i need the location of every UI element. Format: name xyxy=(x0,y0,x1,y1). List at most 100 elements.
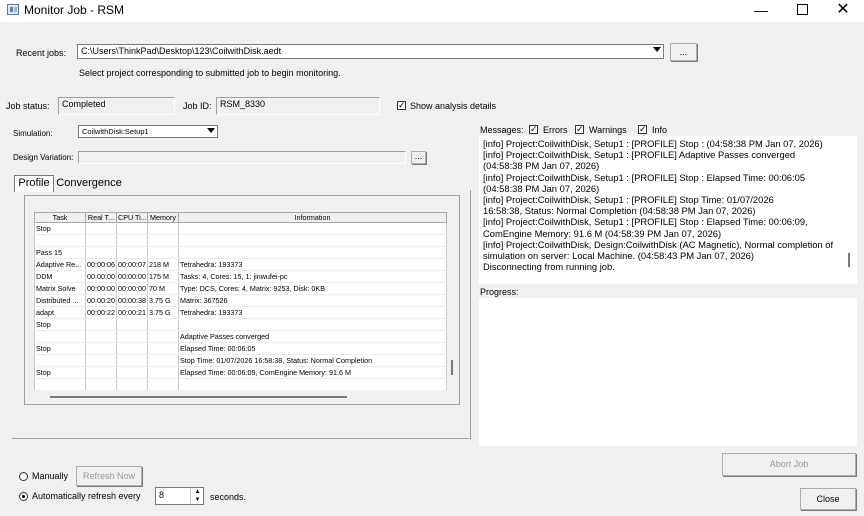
message-line: [info] Project:CoilwithDisk, Setup1 : [P… xyxy=(483,138,823,149)
errors-checkbox[interactable]: ✓ xyxy=(529,125,538,134)
simulation-label: Simulation: xyxy=(13,129,53,138)
table-cell xyxy=(147,234,179,247)
table-cell: Distributed ... xyxy=(34,294,86,307)
tab-profile[interactable]: Profile xyxy=(14,175,54,192)
table-cell xyxy=(147,366,179,379)
auto-refresh-radio[interactable] xyxy=(19,492,28,501)
table-cell xyxy=(178,318,447,331)
simulation-dropdown[interactable]: CoilwithDisk:Setup1 xyxy=(78,125,218,138)
table-cell xyxy=(34,330,86,343)
show-details-checkbox[interactable]: ✓ xyxy=(397,101,406,110)
simulation-value: CoilwithDisk:Setup1 xyxy=(82,127,149,136)
job-id-field: RSM_8330 xyxy=(216,97,380,115)
table-cell xyxy=(85,342,117,355)
table-cell xyxy=(147,378,179,391)
title-bar xyxy=(0,0,864,22)
progress-label: Progress: xyxy=(480,287,519,297)
column-header-information[interactable]: Information xyxy=(178,212,447,223)
browse-job-button[interactable]: ... xyxy=(670,43,697,61)
table-cell xyxy=(85,246,117,259)
show-details-label: Show analysis details xyxy=(410,101,497,111)
table-cell: Adaptive Re... xyxy=(34,258,86,271)
design-variation-label: Design Variation: xyxy=(13,153,74,162)
left-area-border xyxy=(470,190,471,438)
recent-jobs-label: Recent jobs: xyxy=(16,48,67,58)
maximize-button[interactable] xyxy=(781,0,823,22)
table-cell xyxy=(147,330,179,343)
table-cell xyxy=(34,378,86,391)
table-row: adapt 00:00:22 00:00:21 3.75 G Tetrahedra: 1… xyxy=(34,306,447,319)
table-cell: 00:00:20 xyxy=(85,294,117,307)
horizontal-scrollbar-thumb[interactable] xyxy=(50,396,347,398)
table-row: Adaptive Re... 00:00:06 00:00:07 218 M Tetra… xyxy=(34,258,447,271)
vertical-scrollbar-thumb[interactable] xyxy=(451,360,453,375)
message-line: [info] Project:CoilwithDisk, Setup1 : [P… xyxy=(483,171,806,183)
messages-scrollbar-thumb[interactable] xyxy=(848,253,850,267)
info-label: Info xyxy=(652,125,668,135)
table-cell xyxy=(34,354,86,367)
table-cell xyxy=(147,354,179,367)
table-cell xyxy=(85,378,117,391)
job-status-label: Job status: xyxy=(6,101,50,111)
close-button[interactable]: Close xyxy=(800,488,856,510)
tab-convergence[interactable]: Convergence xyxy=(54,176,124,191)
message-line: [info] Project:CoilwithDisk, Setup1 : [P… xyxy=(483,149,796,161)
table-cell: 00:00:38 xyxy=(116,294,148,307)
job-id-label: Job ID: xyxy=(183,101,212,111)
messages-log[interactable]: [info] Project:CoilwithDisk, Setup1 : [P… xyxy=(479,136,857,284)
design-variation-browse-button[interactable]: ... xyxy=(411,151,426,164)
table-cell xyxy=(85,318,117,331)
close-window-button[interactable]: ✕ xyxy=(822,0,864,22)
stepper-up-icon[interactable]: ▲ xyxy=(190,488,204,496)
table-cell xyxy=(178,246,447,259)
table-cell: Stop xyxy=(34,222,86,235)
refresh-now-button[interactable]: Refresh Now xyxy=(76,466,142,486)
table-cell xyxy=(116,378,148,391)
info-checkbox[interactable]: ✓ xyxy=(638,125,647,134)
abort-job-button[interactable]: Abort Job xyxy=(722,453,856,476)
table-header-row: Task Real T... CPU Ti... Memory Informat… xyxy=(34,212,447,223)
design-variation-field xyxy=(78,151,406,164)
table-cell xyxy=(116,222,148,235)
recent-jobs-hint: Select project corresponding to submitte… xyxy=(79,68,341,78)
profile-table: Task Real T... CPU Ti... Memory Informat… xyxy=(34,212,447,391)
warnings-checkbox[interactable]: ✓ xyxy=(575,125,584,134)
table-cell xyxy=(85,354,117,367)
table-cell: 00:00:06 xyxy=(85,258,117,271)
table-cell: Tasks: 4, Cores: 15, 1: jinwufei-pc xyxy=(178,270,447,283)
message-line: (04:58:38 PM Jan 07, 2026) xyxy=(483,182,600,194)
table-cell: 00:00:00 xyxy=(85,282,117,295)
job-status-field: Completed xyxy=(58,97,175,115)
stepper-down-icon[interactable]: ▼ xyxy=(190,496,204,504)
table-cell: 70 M xyxy=(147,282,179,295)
recent-jobs-dropdown[interactable]: C:\Users\ThinkPad\Desktop\123\CoilwithDi… xyxy=(77,44,664,59)
column-header-cpu-time[interactable]: CPU Ti... xyxy=(116,212,148,223)
table-cell: Stop xyxy=(34,342,86,355)
column-header-memory[interactable]: Memory xyxy=(147,212,179,223)
table-cell: Elapsed Time: 00:06:05 xyxy=(178,342,447,355)
table-row: Stop Time: 01/07/2026 16:58:38, Status: … xyxy=(34,354,447,367)
table-cell: Matrix: 367526 xyxy=(178,294,447,307)
table-cell xyxy=(34,234,86,247)
chevron-down-icon xyxy=(207,128,215,133)
message-line: [info] Project:CoilwithDisk, Setup1 : [P… xyxy=(483,216,808,228)
table-row: Adaptive Passes converged xyxy=(34,330,447,343)
message-line: [info] Project:CoilwithDisk, Design:Coil… xyxy=(483,238,834,250)
table-cell xyxy=(178,378,447,391)
minimize-button[interactable]: — xyxy=(740,0,782,22)
table-cell xyxy=(147,246,179,259)
manual-refresh-radio[interactable] xyxy=(19,472,28,481)
table-cell: Matrix Solve xyxy=(34,282,86,295)
app-icon xyxy=(7,4,19,15)
table-row: Stop xyxy=(34,318,447,331)
table-cell xyxy=(85,222,117,235)
message-line: Disconnecting from running job. xyxy=(483,261,615,273)
table-cell: Elapsed Time: 00:06:09, ComEngine Memory… xyxy=(178,366,447,379)
table-row: Matrix Solve 00:00:00 00:00:00 70 M Type: DC… xyxy=(34,282,447,295)
table-cell: Adaptive Passes converged xyxy=(178,330,447,343)
column-header-real-time[interactable]: Real T... xyxy=(85,212,117,223)
messages-label: Messages: xyxy=(480,125,524,135)
column-header-task[interactable]: Task xyxy=(34,212,86,223)
table-row: Stop Elapsed Time: 00:06:09, ComEngine Me… xyxy=(34,366,447,379)
table-cell: 00:00:00 xyxy=(116,282,148,295)
